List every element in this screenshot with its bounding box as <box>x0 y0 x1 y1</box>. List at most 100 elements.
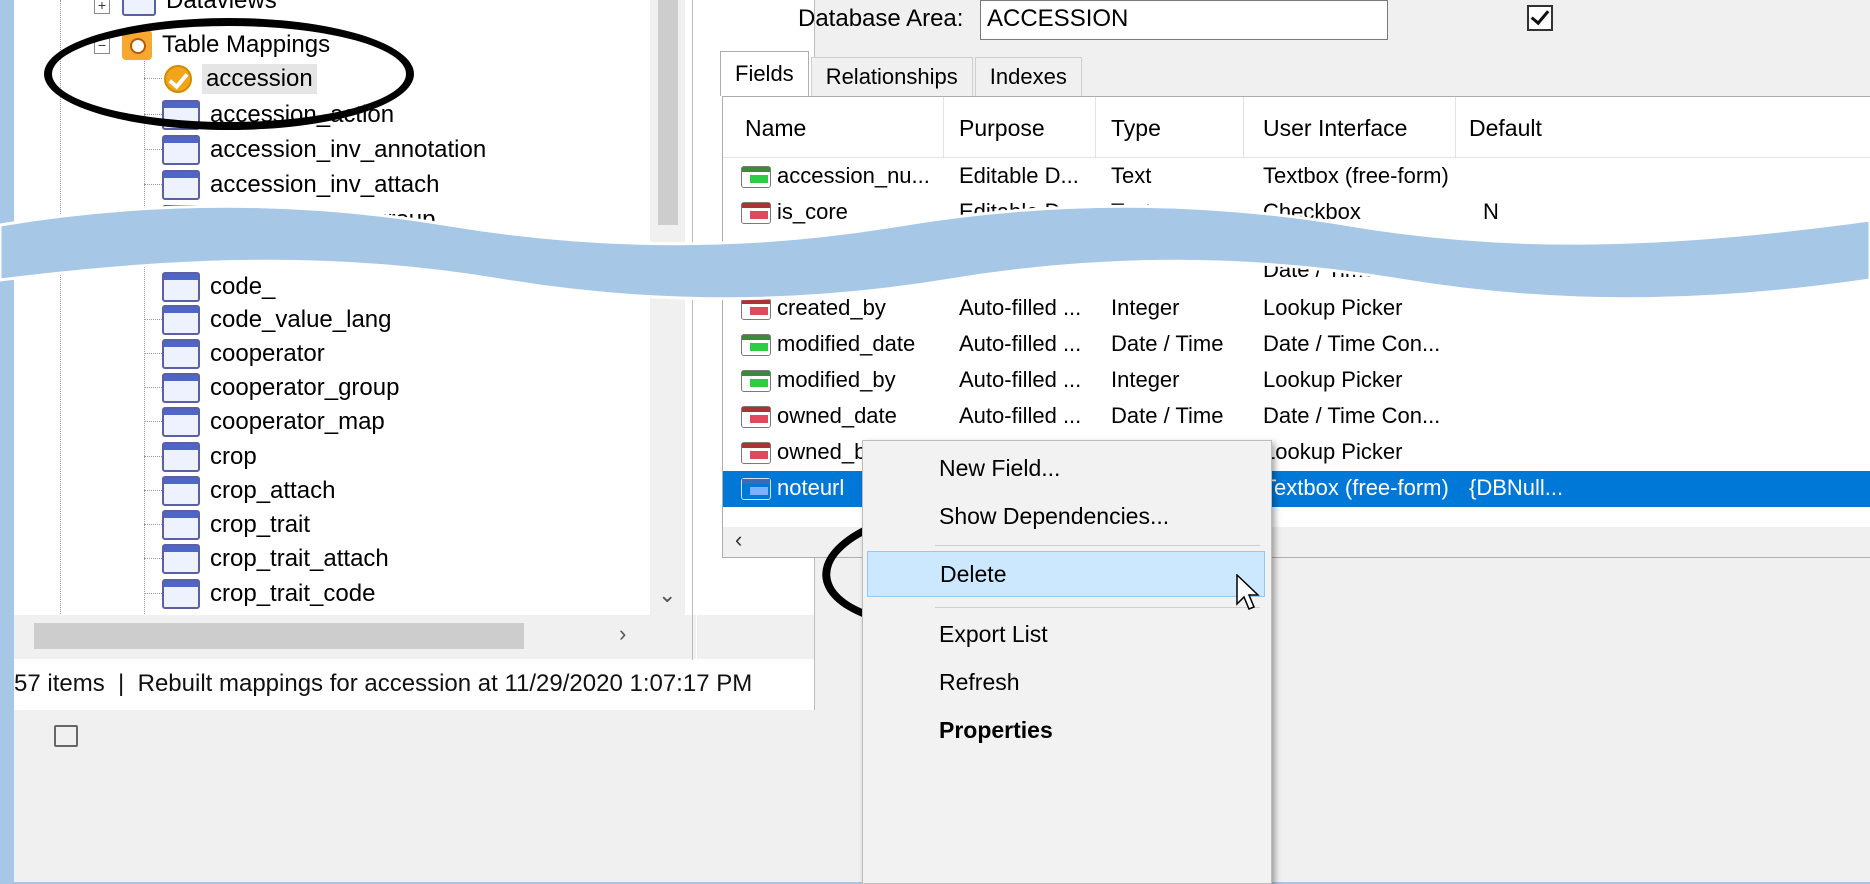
field-icon <box>741 406 771 428</box>
scrollbar-thumb[interactable] <box>34 623 524 649</box>
table-row[interactable]: owned_date Auto-filled ... Date / Time D… <box>723 399 1870 435</box>
tab-fields[interactable]: Fields <box>720 51 809 96</box>
tree-vertical-scrollbar[interactable]: ⌄ <box>650 0 685 620</box>
tree-item-crop-attach[interactable]: crop_attach <box>162 472 335 510</box>
context-menu: New Field... Show Dependencies... Delete… <box>862 440 1272 884</box>
scroll-down-icon[interactable]: ⌄ <box>658 582 676 608</box>
field-icon <box>741 370 771 392</box>
field-icon <box>741 478 771 500</box>
tree-item-label: crop_trait <box>210 511 311 538</box>
menu-item-delete[interactable]: Delete <box>867 551 1265 597</box>
menu-item-new-field[interactable]: New Field... <box>863 445 1271 491</box>
tree-item-cooperator-group[interactable]: cooperator_group <box>162 369 399 407</box>
tree-item-label: crop_trait_attach <box>210 545 389 572</box>
status-bar: 57 items | Rebuilt mappings for accessio… <box>14 660 854 708</box>
screenshot-break-wave <box>0 204 1870 301</box>
tree-item-accession-inv-annotation[interactable]: accession_inv_annotation <box>162 131 486 169</box>
menu-separator <box>935 607 1260 608</box>
dataviews-icon <box>122 0 156 16</box>
cell-type: Date / Time <box>1111 331 1224 356</box>
table-icon <box>162 544 200 574</box>
tree-connector <box>144 319 162 320</box>
cell-user-interface: Date / Time Con... <box>1263 403 1441 428</box>
tree-connector <box>144 421 162 422</box>
table-icon <box>162 407 200 437</box>
menu-item-export-list[interactable]: Export List <box>863 611 1271 657</box>
table-icon <box>162 442 200 472</box>
scroll-left-icon[interactable]: ‹ <box>735 527 742 553</box>
tree-connector <box>144 490 162 491</box>
tree-connector <box>144 149 162 150</box>
cell-default: {DBNull... <box>1469 475 1564 500</box>
tree-connector <box>144 387 162 388</box>
cell-user-interface: Textbox (free-form) <box>1263 163 1449 188</box>
panel-splitter[interactable] <box>692 0 697 660</box>
database-area-label: Database Area: <box>798 5 964 32</box>
cell-name: modified_date <box>777 331 916 356</box>
column-divider[interactable] <box>943 97 944 157</box>
tree-connector <box>144 558 162 559</box>
cell-user-interface: Textbox (free-form) <box>1263 475 1449 500</box>
table-row[interactable]: accession_nu... Editable D... Text Textb… <box>723 159 1870 195</box>
tree-item-cooperator[interactable]: cooperator <box>162 335 325 373</box>
tab-relationships[interactable]: Relationships <box>810 57 973 96</box>
table-icon <box>162 476 200 506</box>
book-icon[interactable] <box>54 725 78 747</box>
tree-item-label: crop <box>210 443 257 470</box>
database-area-checkbox[interactable] <box>1527 5 1553 31</box>
column-header-default[interactable]: Default <box>1469 115 1542 142</box>
column-divider[interactable] <box>1243 97 1244 157</box>
table-icon <box>162 373 200 403</box>
table-icon <box>162 579 200 609</box>
scrollbar-thumb[interactable] <box>658 0 678 225</box>
cell-type: Text <box>1111 163 1152 188</box>
cell-name: owned_date <box>777 403 897 428</box>
menu-separator <box>935 545 1260 546</box>
column-header-type[interactable]: Type <box>1111 115 1161 142</box>
cell-purpose: Auto-filled ... <box>959 403 1082 428</box>
menu-item-show-dependencies[interactable]: Show Dependencies... <box>863 493 1271 539</box>
tree-connector <box>144 456 162 457</box>
tree-item-label: Dataviews <box>166 0 277 14</box>
column-divider[interactable] <box>1095 97 1096 157</box>
tree-item-label: accession_inv_annotation <box>210 136 487 163</box>
tree-item-cooperator-map[interactable]: cooperator_map <box>162 403 385 441</box>
table-icon <box>162 510 200 540</box>
scroll-right-icon[interactable]: › <box>619 621 626 647</box>
tree-item-dataviews[interactable]: Dataviews <box>122 0 277 20</box>
tree-connector <box>144 524 162 525</box>
column-header-purpose[interactable]: Purpose <box>959 115 1045 142</box>
tree-item-crop-trait[interactable]: crop_trait <box>162 506 310 544</box>
database-area-input[interactable]: ACCESSION <box>980 0 1388 40</box>
field-icon <box>741 334 771 356</box>
tree-item-crop-trait-code[interactable]: crop_trait_code <box>162 575 375 613</box>
tree-item-label: crop_trait_code <box>210 580 376 607</box>
table-row[interactable]: modified_by Auto-filled ... Integer Look… <box>723 363 1870 399</box>
annotation-ellipse-accession <box>44 18 414 130</box>
cell-name: accession_nu... <box>777 163 930 188</box>
column-divider[interactable] <box>1455 97 1456 157</box>
tree-guide-line <box>144 55 145 620</box>
grid-header: Name Purpose Type User Interface Default <box>723 97 1870 158</box>
tree-item-label: cooperator_group <box>210 374 400 401</box>
cell-type: Integer <box>1111 367 1180 392</box>
menu-item-properties[interactable]: Properties <box>863 707 1271 753</box>
cell-user-interface: Date / Time Con... <box>1263 331 1441 356</box>
tab-indexes[interactable]: Indexes <box>974 57 1082 96</box>
cell-user-interface: Lookup Picker <box>1263 367 1403 392</box>
expand-dataviews-icon[interactable]: + <box>94 0 110 14</box>
tree-connector <box>144 593 162 594</box>
tree-item-label: cooperator <box>210 340 325 367</box>
tree-item-crop[interactable]: crop <box>162 438 257 476</box>
column-header-name[interactable]: Name <box>745 115 806 142</box>
cell-name: noteurl <box>777 475 845 500</box>
tree-item-crop-trait-attach[interactable]: crop_trait_attach <box>162 540 389 578</box>
status-text: 57 items | Rebuilt mappings for accessio… <box>14 670 753 697</box>
menu-item-refresh[interactable]: Refresh <box>863 659 1271 705</box>
table-row[interactable]: modified_date Auto-filled ... Date / Tim… <box>723 327 1870 363</box>
cell-purpose: Editable D... <box>959 163 1079 188</box>
column-header-user-interface[interactable]: User Interface <box>1263 115 1407 142</box>
cell-user-interface: Lookup Picker <box>1263 439 1403 464</box>
tree-item-code-value-lang[interactable]: code_value_lang <box>162 301 392 339</box>
tree-item-label: crop_attach <box>210 477 336 504</box>
